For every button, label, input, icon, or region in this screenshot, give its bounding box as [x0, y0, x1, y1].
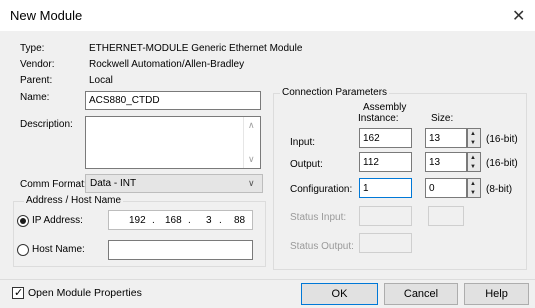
parent-value: Local	[89, 75, 113, 86]
comm-format-select[interactable]: Data - INT ∨	[85, 174, 263, 193]
host-name-field[interactable]	[108, 240, 253, 260]
comm-format-value: Data - INT	[90, 178, 137, 189]
comm-format-label: Comm Format:	[20, 179, 87, 190]
help-button[interactable]: Help	[464, 283, 529, 305]
spin-up-icon[interactable]: ▲	[470, 131, 476, 137]
output-instance-field[interactable]	[359, 152, 412, 172]
type-label: Type:	[20, 43, 45, 54]
instance-header: Instance:	[358, 113, 399, 124]
host-name-label: Host Name:	[32, 244, 85, 255]
ip-address-field[interactable]: 192 . 168 . 3 . 88	[108, 210, 253, 230]
window-title: New Module	[10, 8, 83, 23]
description-label: Description:	[20, 119, 73, 130]
description-scrollbar[interactable]: ∧ ∨	[243, 117, 260, 168]
input-instance-field[interactable]	[359, 128, 412, 148]
cancel-button[interactable]: Cancel	[384, 283, 458, 305]
input-unit: (16-bit)	[486, 134, 518, 145]
configuration-instance-field[interactable]	[359, 178, 412, 198]
output-unit: (16-bit)	[486, 158, 518, 169]
ip-dot: .	[219, 215, 222, 226]
close-icon[interactable]: ✕	[512, 6, 525, 26]
checkmark-icon: ✓	[14, 287, 24, 299]
ip-octet-3: 3	[206, 215, 212, 226]
vendor-value: Rockwell Automation/Allen-Bradley	[89, 59, 245, 70]
connection-parameters-title: Connection Parameters	[280, 87, 390, 98]
status-input-size-field	[428, 206, 464, 226]
spin-down-icon[interactable]: ▼	[470, 190, 476, 196]
address-group-title: Address / Host Name	[24, 195, 124, 206]
open-module-properties-label: Open Module Properties	[28, 287, 142, 299]
ok-button[interactable]: OK	[301, 283, 378, 305]
spin-up-icon[interactable]: ▲	[470, 181, 476, 187]
ip-address-radio[interactable]	[17, 215, 29, 227]
spin-down-icon[interactable]: ▼	[470, 164, 476, 170]
ip-dot: .	[188, 215, 191, 226]
configuration-label: Configuration:	[290, 184, 353, 195]
ip-octet-1: 192	[129, 215, 146, 226]
description-field[interactable]: ∧ ∨	[85, 116, 261, 169]
scroll-down-icon[interactable]: ∨	[248, 154, 255, 165]
status-output-instance-field	[359, 233, 412, 253]
configuration-size-spinner[interactable]: ▲ ▼	[467, 178, 481, 198]
input-size-spinner[interactable]: ▲ ▼	[467, 128, 481, 148]
spin-down-icon[interactable]: ▼	[470, 140, 476, 146]
input-size-field[interactable]	[425, 128, 467, 148]
parent-label: Parent:	[20, 75, 53, 86]
host-name-radio[interactable]	[17, 244, 29, 256]
configuration-unit: (8-bit)	[486, 184, 513, 195]
assembly-header: Assembly	[363, 102, 407, 113]
ip-address-label: IP Address:	[32, 215, 83, 226]
size-header: Size:	[431, 113, 454, 124]
status-input-instance-field	[359, 206, 412, 226]
type-value: ETHERNET-MODULE Generic Ethernet Module	[89, 43, 303, 54]
ip-dot: .	[152, 215, 155, 226]
scroll-up-icon[interactable]: ∧	[248, 120, 255, 131]
spin-up-icon[interactable]: ▲	[470, 155, 476, 161]
name-field[interactable]	[85, 91, 261, 110]
output-size-spinner[interactable]: ▲ ▼	[467, 152, 481, 172]
chevron-down-icon: ∨	[248, 178, 255, 188]
status-output-label: Status Output:	[290, 241, 354, 252]
output-label: Output:	[290, 159, 323, 170]
output-size-field[interactable]	[425, 152, 467, 172]
ip-octet-4: 88	[234, 215, 246, 226]
name-label: Name:	[20, 92, 50, 103]
ip-octet-2: 168	[165, 215, 182, 226]
configuration-size-field[interactable]	[425, 178, 467, 198]
vendor-label: Vendor:	[20, 59, 55, 70]
open-module-properties-checkbox[interactable]: ✓	[12, 287, 24, 299]
input-label: Input:	[290, 137, 316, 148]
status-input-label: Status Input:	[290, 212, 347, 223]
